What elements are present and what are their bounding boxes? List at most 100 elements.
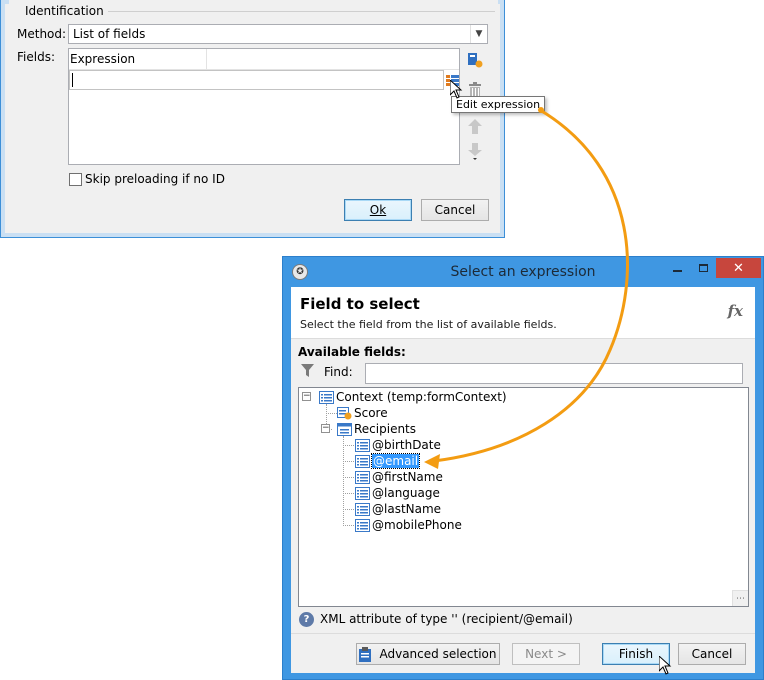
- next-button[interactable]: Next >: [512, 643, 580, 665]
- tree-node-email[interactable]: @email: [355, 453, 421, 469]
- tree-node-score[interactable]: Score: [337, 405, 388, 421]
- edit-expression-tooltip: Edit expression: [451, 96, 546, 113]
- text-caret: [72, 73, 73, 87]
- cancel-button[interactable]: Cancel: [421, 199, 489, 221]
- close-icon: ✕: [733, 260, 744, 276]
- minimize-button[interactable]: [664, 258, 690, 278]
- cancel-button-label: Cancel: [691, 647, 733, 661]
- method-select[interactable]: List of fields ▼: [68, 24, 488, 44]
- tree-node-label: Recipients: [354, 422, 417, 436]
- find-label: Find:: [324, 365, 353, 379]
- tree-line: [343, 493, 354, 494]
- help-icon: ?: [299, 611, 314, 627]
- table-icon: [337, 422, 352, 436]
- field-description-text: XML attribute of type '' (recipient/@ema…: [320, 612, 573, 626]
- tree-node-label-selected: @email: [370, 453, 421, 469]
- finish-button-label: Finish: [618, 647, 654, 661]
- tree-node-context[interactable]: Context (temp:formContext): [319, 389, 507, 405]
- tree-line: [343, 509, 354, 510]
- next-button-label: Next >: [525, 647, 567, 661]
- fx-icon: fx: [727, 302, 743, 320]
- trash-icon: [469, 81, 481, 97]
- arrow-down-icon: [468, 143, 482, 160]
- field-description: ? XML attribute of type '' (recipient/@e…: [299, 609, 749, 629]
- cancel-button-label: Cancel: [434, 203, 476, 217]
- move-down-button[interactable]: [466, 143, 484, 161]
- tree-node-lastname[interactable]: @lastName: [355, 501, 441, 517]
- grid-options-button[interactable]: ⋯: [732, 590, 748, 606]
- tree-node-label: Context (temp:formContext): [336, 390, 507, 404]
- collapse-recipients-toggle[interactable]: −: [321, 424, 330, 433]
- arrow-up-icon: [468, 118, 482, 134]
- wizard-header: Field to select Select the field from th…: [291, 287, 755, 339]
- find-input[interactable]: [365, 363, 743, 384]
- fields-tree[interactable]: − Context (temp:formContext) Score − Rec…: [298, 387, 749, 607]
- header-subtitle: Select the field from the list of availa…: [300, 318, 557, 331]
- header-title: Field to select: [300, 295, 420, 313]
- close-button[interactable]: ✕: [716, 258, 761, 278]
- expression-column-header[interactable]: Expression: [69, 52, 135, 66]
- group-divider: [101, 11, 495, 12]
- add-field-button[interactable]: [466, 51, 484, 69]
- tree-node-label: @language: [372, 486, 440, 500]
- attribute-icon: [355, 454, 370, 468]
- tree-node-label: Score: [354, 406, 388, 420]
- tree-node-label: @firstName: [372, 470, 443, 484]
- clipboard-icon: [359, 646, 372, 662]
- tree-line: [343, 445, 354, 446]
- tree-line: [343, 525, 354, 526]
- attribute-icon: [355, 470, 370, 484]
- add-field-icon: [468, 53, 483, 68]
- maximize-button[interactable]: [690, 258, 716, 278]
- advanced-selection-label: Advanced selection: [379, 647, 497, 661]
- tree-node-birthdate[interactable]: @birthDate: [355, 437, 441, 453]
- skip-preloading-checkbox[interactable]: [69, 173, 82, 186]
- move-up-button[interactable]: [466, 117, 484, 135]
- dialog-client: Field to select Select the field from th…: [291, 287, 755, 675]
- attribute-icon: [355, 502, 370, 516]
- more-icon: ⋯: [736, 593, 745, 604]
- wizard-footer: Advanced selection Next > Finish Cancel: [291, 633, 755, 675]
- chevron-down-icon[interactable]: ▼: [470, 25, 487, 43]
- method-label: Method:: [17, 27, 67, 41]
- score-icon: [337, 406, 352, 420]
- tree-node-recipients[interactable]: Recipients: [337, 421, 416, 437]
- mouse-cursor-icon: [659, 656, 672, 675]
- list-header: Expression: [69, 49, 459, 70]
- fields-list[interactable]: Expression: [68, 48, 460, 165]
- tree-line: [343, 477, 354, 478]
- attribute-icon: [355, 486, 370, 500]
- column-divider[interactable]: [206, 49, 207, 69]
- maximize-icon: [698, 264, 708, 272]
- attribute-icon: [355, 438, 370, 452]
- ok-button-label: Ok: [369, 203, 387, 217]
- tree-line: [343, 436, 344, 526]
- tree-node-label: @lastName: [372, 502, 442, 516]
- tree-node-label: @birthDate: [372, 438, 441, 452]
- tree-node-firstname[interactable]: @firstName: [355, 469, 443, 485]
- available-fields-label: Available fields:: [298, 345, 406, 359]
- dialog-body: Identification Method: List of fields ▼ …: [9, 0, 546, 230]
- fields-label: Fields:: [17, 50, 55, 64]
- method-value: List of fields: [73, 27, 146, 41]
- advanced-selection-button[interactable]: Advanced selection: [356, 643, 500, 665]
- tree-node-mobilephone[interactable]: @mobilePhone: [355, 517, 462, 533]
- tree-line: [343, 461, 354, 462]
- mouse-cursor-icon: [450, 80, 463, 99]
- ok-button[interactable]: Ok: [344, 199, 412, 221]
- minimize-icon: [672, 270, 682, 272]
- select-expression-dialog: ✪ Select an expression ✕ Field to select…: [282, 256, 764, 680]
- filter-icon: [301, 364, 314, 377]
- identification-group-label: Identification: [25, 4, 108, 18]
- titlebar[interactable]: ✪ Select an expression ✕: [283, 257, 763, 287]
- tree-line: [326, 413, 337, 414]
- list-icon: [319, 390, 334, 404]
- attribute-icon: [355, 518, 370, 532]
- edit-fields-dialog: Identification Method: List of fields ▼ …: [0, 0, 546, 238]
- tree-node-language[interactable]: @language: [355, 485, 440, 501]
- skip-preloading-label: Skip preloading if no ID: [85, 172, 225, 186]
- tree-node-label: @mobilePhone: [372, 518, 462, 532]
- collapse-root-toggle[interactable]: −: [302, 392, 311, 401]
- cancel-button[interactable]: Cancel: [678, 643, 746, 665]
- expression-input[interactable]: [69, 70, 444, 90]
